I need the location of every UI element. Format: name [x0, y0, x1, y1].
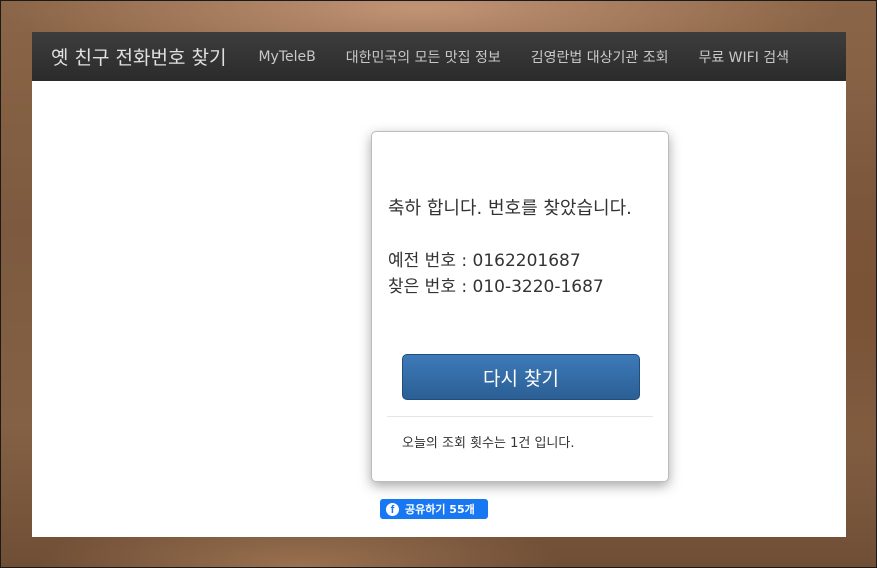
- old-number-label: 예전 번호 :: [388, 251, 473, 271]
- new-number-value: 010-3220-1687: [472, 277, 604, 297]
- result-card: 축하 합니다. 번호를 찾았습니다. 예전 번호 : 0162201687 찾은…: [371, 131, 669, 482]
- site-brand-link[interactable]: 옛 친구 전화번호 찾기: [32, 43, 243, 70]
- new-number-line: 찾은 번호 : 010-3220-1687: [388, 272, 604, 297]
- facebook-icon: f: [386, 502, 399, 516]
- share-label: 공유하기 55개: [405, 503, 475, 516]
- nav-item-free-wifi[interactable]: 무료 WIFI 검색: [683, 47, 804, 67]
- main-content: 축하 합니다. 번호를 찾았습니다. 예전 번호 : 0162201687 찾은…: [32, 81, 846, 537]
- daily-search-count: 오늘의 조회 횟수는 1건 입니다.: [402, 436, 575, 451]
- search-again-button[interactable]: 다시 찾기: [402, 354, 640, 400]
- card-divider: [387, 416, 653, 417]
- top-navbar: 옛 친구 전화번호 찾기 MyTeleB 대한민국의 모든 맛집 정보 김영란법…: [32, 32, 846, 81]
- old-number-value: 0162201687: [472, 251, 581, 271]
- nav-item-restaurants[interactable]: 대한민국의 모든 맛집 정보: [331, 47, 516, 67]
- new-number-label: 찾은 번호 :: [388, 277, 473, 297]
- facebook-share-button[interactable]: f 공유하기 55개: [380, 499, 488, 519]
- nav-item-myteleb[interactable]: MyTeleB: [243, 49, 330, 65]
- old-number-line: 예전 번호 : 0162201687: [388, 246, 581, 271]
- success-message: 축하 합니다. 번호를 찾았습니다.: [388, 198, 632, 219]
- nav-item-kimyoungran-law[interactable]: 김영란법 대상기관 조회: [516, 47, 684, 67]
